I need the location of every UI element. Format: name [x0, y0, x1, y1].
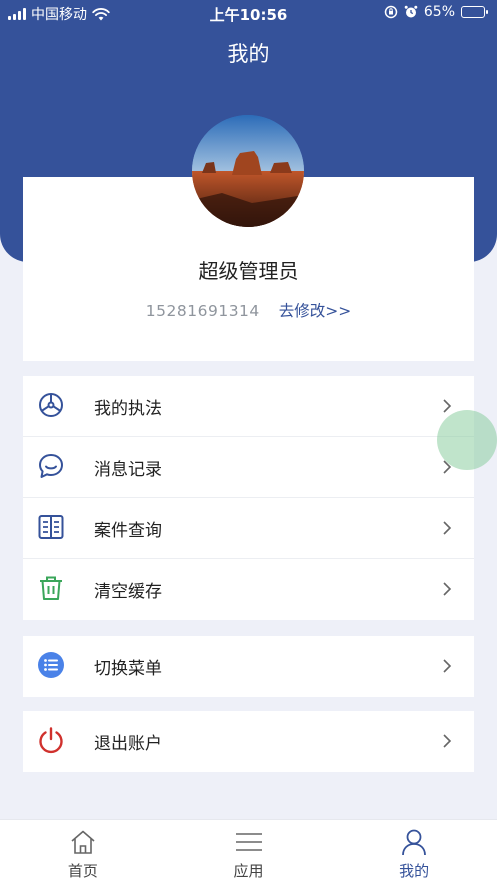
bottom-tab-bar: 首页 应用 我的	[0, 819, 497, 883]
user-name: 超级管理员	[198, 259, 299, 283]
tab-label: 应用	[233, 862, 264, 880]
menu-icon	[235, 833, 262, 851]
menu-label: 案件查询	[94, 520, 162, 541]
menu-item-switch-menu[interactable]: 切换菜单	[23, 636, 474, 697]
menu-item-case-query[interactable]: 案件查询	[23, 498, 474, 559]
menu-group-switch: 切换菜单	[23, 636, 474, 697]
book-icon	[38, 515, 64, 539]
menu-item-message-history[interactable]: 消息记录	[23, 437, 474, 498]
menu-group-logout: 退出账户	[23, 711, 474, 772]
steering-wheel-icon	[39, 393, 63, 417]
chevron-right-icon	[443, 399, 452, 413]
battery-icon	[461, 6, 488, 18]
menu-item-clear-cache[interactable]: 清空缓存	[23, 559, 474, 620]
menu-label: 我的执法	[94, 398, 162, 419]
phone-row: 15281691314 去修改>>	[23, 299, 474, 321]
orientation-lock-icon	[384, 5, 398, 19]
menu-label: 消息记录	[94, 459, 162, 480]
menu-label: 清空缓存	[94, 582, 162, 602]
phone-number: 15281691314	[145, 302, 260, 320]
battery-percent: 65%	[423, 4, 455, 20]
list-icon	[38, 652, 64, 678]
menu-label: 切换菜单	[94, 659, 162, 679]
chevron-right-icon	[443, 521, 452, 535]
tab-home[interactable]: 首页	[0, 820, 166, 883]
chevron-right-icon	[443, 734, 452, 748]
chat-bubble-icon	[39, 454, 63, 478]
menu-item-logout[interactable]: 退出账户	[23, 711, 474, 772]
tab-label: 首页	[67, 862, 98, 880]
tab-apps[interactable]: 应用	[166, 820, 332, 883]
tab-label: 我的	[399, 862, 430, 880]
chevron-right-icon	[443, 582, 452, 596]
menu-label: 退出账户	[94, 734, 162, 754]
trash-icon	[40, 576, 62, 600]
avatar[interactable]	[192, 115, 304, 227]
page-title: 我的	[227, 42, 270, 66]
alarm-icon	[404, 5, 418, 18]
menu-item-my-enforcement[interactable]: 我的执法	[23, 376, 474, 437]
edit-profile-link[interactable]: 去修改>>	[279, 302, 351, 320]
power-icon	[39, 727, 63, 754]
tab-mine[interactable]: 我的	[331, 820, 497, 883]
menu-group-main: 我的执法 消息记录 案件查询 清空缓存	[23, 376, 474, 620]
chevron-right-icon	[443, 659, 452, 673]
home-icon	[71, 830, 95, 854]
status-bar: 中国移动 上午10:56 65%	[0, 0, 497, 26]
user-icon	[402, 829, 427, 856]
floating-assistive-button[interactable]	[437, 410, 497, 470]
